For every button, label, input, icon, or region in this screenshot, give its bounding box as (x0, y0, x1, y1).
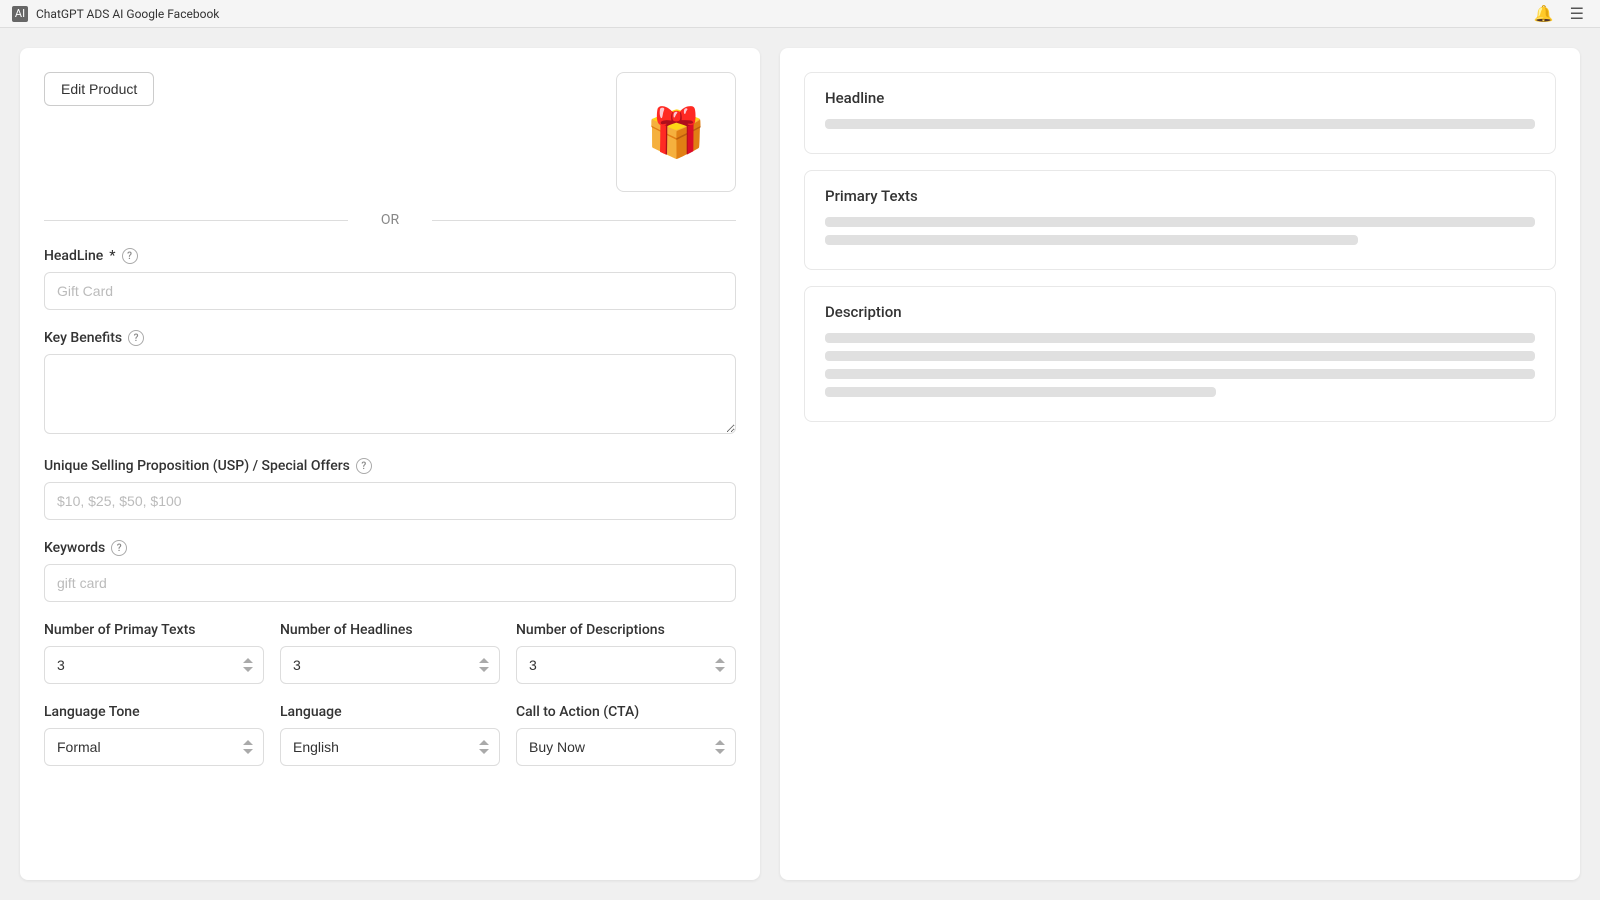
language-row: Language Tone Formal Casual Professional… (44, 704, 736, 766)
key-benefits-input[interactable] (44, 354, 736, 434)
headline-help-icon[interactable]: ? (122, 248, 138, 264)
headline-label: HeadLine * ? (44, 248, 736, 264)
cta-select[interactable]: Buy Now Learn More Shop Now Get Started … (516, 728, 736, 766)
primary-texts-preview-card: Primary Texts (804, 170, 1556, 270)
top-bar: AI ChatGPT ADS AI Google Facebook 🔔 ☰ (0, 0, 1600, 28)
language-tone-group: Language Tone Formal Casual Professional… (44, 704, 264, 766)
usp-group: Unique Selling Proposition (USP) / Speci… (44, 458, 736, 520)
headline-skeleton-line (825, 119, 1535, 129)
left-panel: Edit Product 🎁 OR HeadLine * ? Key Benef… (20, 48, 760, 880)
notification-button[interactable]: 🔔 (1530, 2, 1558, 26)
headline-card-title: Headline (825, 89, 1535, 107)
description-preview-card: Description (804, 286, 1556, 422)
number-row: Number of Primay Texts 3 1 2 4 5 Number … (44, 622, 736, 684)
number-headlines-select[interactable]: 3 1 2 4 5 (280, 646, 500, 684)
product-emoji: 🎁 (646, 104, 706, 161)
language-label: Language (280, 704, 500, 720)
headline-required: * (109, 248, 115, 264)
product-image-area: Edit Product 🎁 (44, 72, 736, 192)
description-skeleton-3 (825, 369, 1535, 379)
language-group: Language English Spanish French German (280, 704, 500, 766)
keywords-label-text: Keywords (44, 540, 105, 556)
headline-label-text: HeadLine (44, 248, 103, 264)
usp-input[interactable] (44, 482, 736, 520)
keywords-label: Keywords ? (44, 540, 736, 556)
primary-texts-card-title: Primary Texts (825, 187, 1535, 205)
keywords-input[interactable] (44, 564, 736, 602)
keywords-help-icon[interactable]: ? (111, 540, 127, 556)
language-tone-select[interactable]: Formal Casual Professional Friendly (44, 728, 264, 766)
cta-label: Call to Action (CTA) (516, 704, 736, 720)
headline-input[interactable] (44, 272, 736, 310)
edit-product-button[interactable]: Edit Product (44, 72, 154, 106)
description-skeleton-1 (825, 333, 1535, 343)
app-icon: AI (12, 6, 28, 22)
top-bar-actions: 🔔 ☰ (1530, 2, 1588, 26)
or-divider: OR (44, 212, 736, 228)
cta-group: Call to Action (CTA) Buy Now Learn More … (516, 704, 736, 766)
number-headlines-group: Number of Headlines 3 1 2 4 5 (280, 622, 500, 684)
headline-preview-card: Headline (804, 72, 1556, 154)
menu-button[interactable]: ☰ (1566, 2, 1588, 26)
primary-texts-skeleton-1 (825, 217, 1535, 227)
product-image-box: 🎁 (616, 72, 736, 192)
number-headlines-label: Number of Headlines (280, 622, 500, 638)
description-skeleton-4 (825, 387, 1216, 397)
usp-label: Unique Selling Proposition (USP) / Speci… (44, 458, 736, 474)
language-select[interactable]: English Spanish French German (280, 728, 500, 766)
key-benefits-group: Key Benefits ? (44, 330, 736, 438)
description-skeleton-2 (825, 351, 1535, 361)
number-primary-texts-group: Number of Primay Texts 3 1 2 4 5 (44, 622, 264, 684)
number-primary-texts-label: Number of Primay Texts (44, 622, 264, 638)
number-primary-texts-select[interactable]: 3 1 2 4 5 (44, 646, 264, 684)
right-panel: Headline Primary Texts Description (780, 48, 1580, 880)
language-tone-label: Language Tone (44, 704, 264, 720)
key-benefits-label: Key Benefits ? (44, 330, 736, 346)
headline-group: HeadLine * ? (44, 248, 736, 310)
number-descriptions-select[interactable]: 3 1 2 4 5 (516, 646, 736, 684)
primary-texts-skeleton-2 (825, 235, 1358, 245)
description-card-title: Description (825, 303, 1535, 321)
number-descriptions-group: Number of Descriptions 3 1 2 4 5 (516, 622, 736, 684)
key-benefits-help-icon[interactable]: ? (128, 330, 144, 346)
usp-label-text: Unique Selling Proposition (USP) / Speci… (44, 458, 350, 474)
usp-help-icon[interactable]: ? (356, 458, 372, 474)
keywords-group: Keywords ? (44, 540, 736, 602)
main-content: Edit Product 🎁 OR HeadLine * ? Key Benef… (0, 28, 1600, 900)
app-title: ChatGPT ADS AI Google Facebook (36, 7, 1522, 21)
key-benefits-label-text: Key Benefits (44, 330, 122, 346)
number-descriptions-label: Number of Descriptions (516, 622, 736, 638)
